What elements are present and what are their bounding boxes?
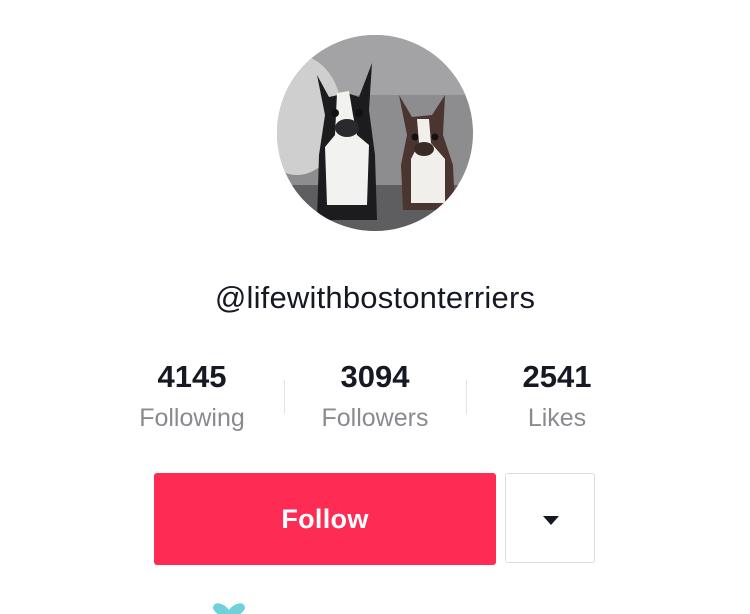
following-count: 4145 <box>157 359 227 394</box>
followers-count: 3094 <box>340 359 410 394</box>
heart-icon <box>211 603 247 614</box>
followers-label: Followers <box>321 404 429 432</box>
caret-down-icon <box>543 516 559 525</box>
follow-button[interactable]: Follow <box>154 473 496 565</box>
dog-photo-icon <box>277 35 473 231</box>
following-label: Following <box>139 404 245 432</box>
likes-label: Likes <box>527 404 587 432</box>
profile-username: @lifewithbostonterriers <box>214 280 536 315</box>
profile-avatar[interactable] <box>277 35 473 231</box>
more-options-button[interactable] <box>505 473 595 563</box>
stat-following[interactable]: 4145 Following <box>102 357 282 433</box>
likes-count: 2541 <box>522 359 592 394</box>
stat-likes: 2541 Likes <box>467 357 647 433</box>
stat-followers[interactable]: 3094 Followers <box>285 357 465 433</box>
